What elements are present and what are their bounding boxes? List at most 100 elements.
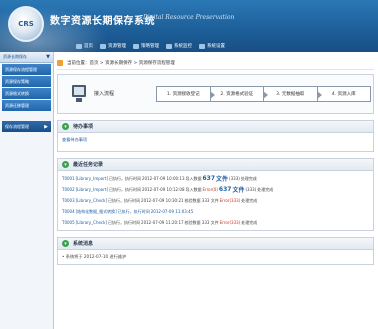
task-state: 处理完成	[241, 219, 258, 225]
workflow-step-4[interactable]: 4. 资源入库	[316, 86, 371, 102]
menu-item-policy[interactable]: 策略管理	[133, 43, 159, 49]
sidebar-item-2[interactable]: 资源保存策略	[2, 76, 51, 87]
menu-item-home[interactable]: 首页	[76, 43, 93, 49]
task-error: Error(333)	[219, 220, 241, 225]
gear-icon	[199, 43, 205, 49]
logo-text: CRS	[18, 20, 34, 28]
system-title: 数字资源长期保存系统	[50, 16, 155, 27]
breadcrumb-text: 当前位置：首页 > 资源长期保存 > 资源保存流程管理	[67, 60, 175, 66]
notice-link[interactable]: 查看待办事项	[62, 137, 87, 142]
task-action: 已执行，执行时间	[117, 208, 150, 214]
task-time: 2012-07-09 11:20:17	[141, 220, 184, 225]
task-link[interactable]: [Library_Import]	[76, 187, 108, 192]
chevron-down-icon: ▾	[62, 123, 69, 130]
task-detail: 导入数据	[185, 175, 202, 181]
policy-icon	[133, 43, 139, 49]
monitor-icon	[72, 85, 86, 97]
table-row[interactable]: T0002 [Library_Import] 已执行，执行时间 2012-07-…	[62, 184, 369, 195]
workflow-title: 接入流程	[94, 91, 115, 97]
task-link[interactable]: [Library_Check]	[76, 198, 107, 203]
home-icon	[76, 43, 82, 49]
tasks-title: 最近任务记录	[73, 162, 104, 168]
monitor-stand	[76, 98, 82, 102]
table-row[interactable]: T0003 [Library_Check] 已执行，执行时间 2012-07-0…	[62, 195, 369, 206]
tasks-list: T0001 [Library_Import] 已执行，执行时间 2012-07-…	[58, 171, 373, 230]
task-state: 处理完成	[240, 175, 257, 181]
workflow-panel: 接入流程 1. 资源接收登记 2. 资源格式验证 3. 元数据抽取 4. 资源入…	[57, 74, 374, 114]
top-menu: 首页 资源管理 策略管理 系统监控 系统设置	[76, 40, 225, 52]
tasks-header[interactable]: ▾ 最近任务记录	[58, 159, 373, 171]
task-time: 2012-07-09 10:00:13	[142, 176, 185, 181]
sidebar-header[interactable]: 资源长期保存 ▼	[0, 52, 53, 63]
table-row[interactable]: T0005 [Library_Check] 已执行，执行时间 2012-07-0…	[62, 217, 369, 228]
message-body: • 系统将于 2012-07-10 进行维护	[58, 250, 373, 264]
message-title: 系统消息	[73, 241, 94, 247]
sidebar-item-1[interactable]: 资源保存流程管理	[2, 64, 51, 75]
message-row: • 系统将于 2012-07-10 进行维护	[62, 254, 127, 259]
monitor-icon	[166, 43, 172, 49]
task-id[interactable]: T0005	[62, 220, 75, 225]
task-link[interactable]: [Library_Import]	[76, 176, 108, 181]
sidebar-item-label: 保存流程管理	[5, 123, 29, 129]
task-action: 已执行，执行时间	[108, 197, 141, 203]
breadcrumb: 当前位置：首页 > 资源长期保存 > 资源保存流程管理	[57, 56, 374, 70]
task-id[interactable]: T0001	[62, 176, 75, 181]
task-id[interactable]: T0003	[62, 198, 75, 203]
sidebar-item-3[interactable]: 资源格式转换	[2, 88, 51, 99]
notice-header[interactable]: ▾ 待办事项	[58, 121, 373, 133]
message-section: ▾ 系统消息 • 系统将于 2012-07-10 进行维护	[57, 237, 374, 265]
chevron-down-icon: ▾	[62, 240, 69, 247]
task-link[interactable]: [Library_Check]	[76, 220, 107, 225]
task-extra: (333)	[229, 176, 240, 181]
table-row[interactable]: T0004 [结构化数据_格式转换] 已执行，执行时间 2012-07-09 1…	[62, 206, 369, 217]
header-banner: CRS 数字资源长期保存系统 Digital Resource Preserva…	[0, 0, 378, 52]
chevron-down-icon: ▾	[62, 161, 69, 168]
tasks-section: ▾ 最近任务记录 T0001 [Library_Import] 已执行，执行时间…	[57, 158, 374, 231]
menu-item-monitor[interactable]: 系统监控	[166, 43, 192, 49]
sidebar-item-label: 资源保存流程管理	[5, 66, 37, 72]
task-state: 处理完成	[241, 197, 258, 203]
logo[interactable]: CRS	[8, 6, 44, 42]
sidebar-item-label: 资源迁移管理	[5, 102, 29, 108]
table-row[interactable]: T0001 [Library_Import] 已执行，执行时间 2012-07-…	[62, 173, 369, 184]
task-time: 2012-07-09 11:03:45	[150, 209, 194, 214]
task-action: 已执行，执行时间	[108, 219, 141, 225]
sidebar-item-label: 资源保存策略	[5, 78, 29, 84]
chevron-right-icon: ▶	[44, 123, 48, 130]
task-time: 2012-07-09 10:30:21	[141, 198, 184, 203]
menu-item-resource[interactable]: 资源管理	[100, 43, 126, 49]
folder-icon	[100, 43, 106, 49]
task-detail: 校验数据 333 文件	[184, 197, 219, 203]
menu-item-label: 系统设置	[207, 44, 225, 49]
task-error: Error(0)	[202, 187, 218, 192]
task-id[interactable]: T0002	[62, 187, 75, 192]
task-state: 处理完成	[257, 186, 274, 192]
menu-item-label: 资源管理	[108, 44, 126, 49]
message-header[interactable]: ▾ 系统消息	[58, 238, 373, 250]
workflow-step-1[interactable]: 1. 资源接收登记	[156, 86, 214, 102]
flag-icon	[57, 59, 63, 66]
notice-section: ▾ 待办事项 查看待办事项	[57, 120, 374, 152]
menu-item-label: 首页	[84, 44, 93, 49]
workflow-step-2[interactable]: 2. 资源格式验证	[209, 86, 268, 102]
task-link[interactable]: [结构化数据_格式转换]	[76, 209, 117, 215]
task-unit: 文件	[216, 176, 229, 183]
workflow-step-3[interactable]: 3. 元数据抽取	[263, 86, 321, 102]
sidebar: 资源长期保存 ▼ 资源保存流程管理 资源保存策略 资源格式转换 资源迁移管理 保…	[0, 52, 54, 329]
task-id[interactable]: T0004	[62, 209, 75, 214]
notice-body: 查看待办事项	[58, 133, 373, 151]
sidebar-item-4[interactable]: 资源迁移管理	[2, 100, 51, 111]
task-detail: 校验数据 333 文件	[184, 219, 219, 225]
task-unit: 文件	[232, 187, 245, 194]
task-time: 2012-07-09 10:12:08	[142, 187, 185, 192]
menu-item-label: 系统监控	[174, 44, 192, 49]
task-error: Error(333)	[219, 198, 241, 203]
menu-item-settings[interactable]: 系统设置	[199, 43, 225, 49]
menu-item-label: 策略管理	[141, 44, 159, 49]
task-size: 637	[202, 175, 216, 182]
workflow-steps: 1. 资源接收登记 2. 资源格式验证 3. 元数据抽取 4. 资源入库	[156, 86, 371, 102]
task-size: 637	[218, 186, 232, 193]
sidebar-item-selected[interactable]: 保存流程管理 ▶	[2, 121, 51, 132]
main-content: 当前位置：首页 > 资源长期保存 > 资源保存流程管理 接入流程 1. 资源接收…	[57, 56, 374, 329]
sidebar-header-label: 资源长期保存	[3, 54, 27, 59]
